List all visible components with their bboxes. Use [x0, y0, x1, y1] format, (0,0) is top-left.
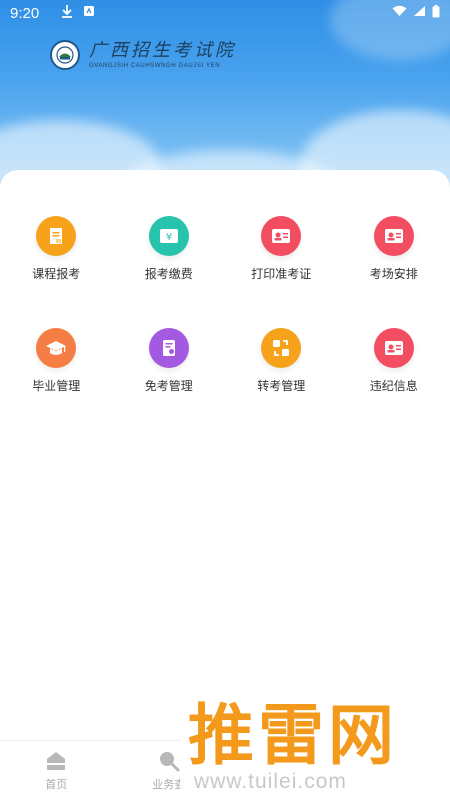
menu-item-print-admission-ticket[interactable]: 打印准考证	[225, 216, 338, 328]
svg-text:¥: ¥	[166, 232, 172, 243]
menu-label: 课程报考	[32, 267, 81, 281]
graduation-cap-icon	[36, 328, 77, 368]
menu-label: 免考管理	[144, 379, 193, 393]
menu-grid: 课程报考 ¥ 报考缴费 打印准考证 考场安排 毕业管理 免考管理 转考管理 违纪…	[0, 216, 450, 440]
menu-label: 毕业管理	[32, 379, 81, 393]
watermark: 推雷网 www.tuilei.com	[180, 680, 450, 800]
menu-item-exam-venue[interactable]: 考场安排	[338, 216, 450, 328]
transfer-icon	[261, 328, 302, 368]
nav-home[interactable]: 首页	[0, 741, 113, 800]
id-card-icon	[373, 216, 414, 256]
signal-icon	[413, 5, 426, 21]
id-card-icon	[261, 216, 302, 256]
document-icon	[36, 216, 77, 256]
yuan-payment-icon: ¥	[148, 216, 189, 256]
status-bar: 9:20	[0, 0, 450, 26]
menu-label: 打印准考证	[251, 267, 312, 281]
brand-name: 广西招生考试院	[89, 40, 236, 61]
menu-item-graduation[interactable]: 毕业管理	[0, 328, 113, 440]
menu-item-course-registration[interactable]: 课程报考	[0, 216, 113, 328]
status-time: 9:20	[10, 4, 40, 22]
menu-item-violation-info[interactable]: 违纪信息	[338, 328, 450, 440]
battery-icon	[432, 4, 440, 22]
id-card-icon	[373, 328, 414, 368]
menu-item-exam-exemption[interactable]: 免考管理	[113, 328, 226, 440]
nav-label: 首页	[45, 777, 68, 791]
menu-label: 考场安排	[369, 267, 418, 281]
watermark-url: www.tuilei.com	[194, 770, 347, 793]
download-icon	[61, 4, 73, 22]
brand-name-en: GVANGJSIH CAUHSWNGH GAUJSI YEN	[89, 63, 221, 69]
brand-header: 广西招生考试院 GVANGJSIH CAUHSWNGH GAUJSI YEN	[50, 40, 236, 70]
menu-item-fee-payment[interactable]: ¥ 报考缴费	[113, 216, 226, 328]
certificate-icon	[148, 328, 189, 368]
watermark-text: 推雷网	[188, 697, 398, 774]
notification-icon	[83, 5, 95, 21]
search-icon	[159, 751, 180, 771]
emblem-logo	[50, 40, 80, 70]
menu-item-exam-transfer[interactable]: 转考管理	[225, 328, 338, 440]
menu-label: 报考缴费	[144, 267, 193, 281]
menu-label: 违纪信息	[369, 379, 418, 393]
wifi-icon	[392, 5, 407, 21]
home-icon	[47, 751, 66, 770]
menu-label: 转考管理	[257, 379, 306, 393]
